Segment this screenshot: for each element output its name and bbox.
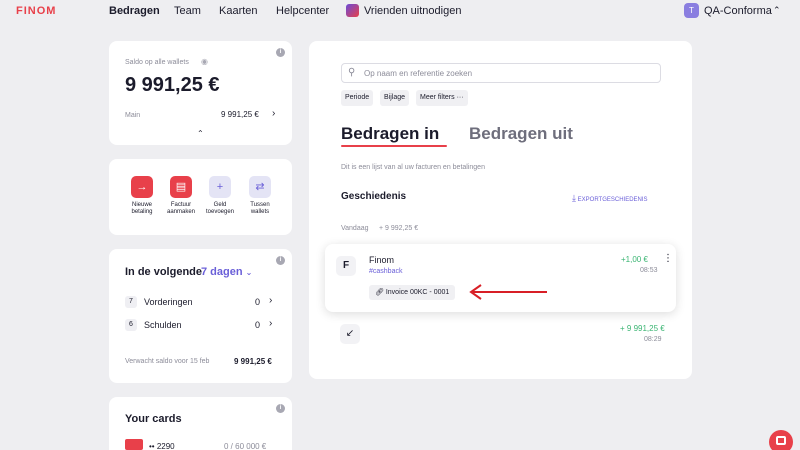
receivables-label: Vorderingen: [144, 297, 193, 307]
more-dots-icon: ···: [456, 94, 464, 101]
new-payment-button[interactable]: → Nieuwe betaling: [122, 176, 162, 216]
action-label: aanmaken: [166, 209, 196, 215]
description: Dit is een lijst van al uw facturen en b…: [341, 164, 485, 171]
create-invoice-button[interactable]: ▤ Factuur aanmaken: [161, 176, 201, 216]
date-group-label: Vandaag: [341, 225, 369, 232]
transaction-row[interactable]: F Finom #cashback +1,00 € 08:53 ⋮ 🔗︎ Inv…: [325, 244, 676, 312]
avatar[interactable]: T: [684, 3, 699, 18]
filter-more-label: Meer filters: [420, 94, 455, 101]
plus-icon: +: [209, 176, 231, 198]
receivables-value: 0: [255, 297, 261, 307]
wallet-name: Main: [125, 112, 141, 119]
document-icon: ▤: [170, 176, 192, 198]
expected-balance-label: Verwacht saldo voor 15 feb: [125, 358, 210, 365]
gift-icon: [346, 4, 359, 17]
nav-item-bedragen[interactable]: Bedragen: [109, 5, 160, 17]
balance-label: Saldo op alle wallets: [125, 59, 189, 66]
info-icon[interactable]: i: [276, 404, 285, 413]
transaction-time: 08:53: [640, 267, 658, 274]
balance-card: Saldo op alle wallets ◉ i 9 991,25 € Mai…: [109, 41, 292, 145]
your-cards-card: i Your cards •• 2290 0 / 60 000 €: [109, 397, 292, 450]
top-navigation: FINOM Bedragen Team Kaarten Helpcenter V…: [0, 0, 800, 24]
action-label: Tussen: [250, 202, 270, 208]
active-tab-underline: [341, 145, 447, 147]
transaction-name: Finom: [369, 255, 395, 265]
chevron-down-icon: ⌄: [245, 268, 253, 277]
tab-outgoing[interactable]: Bedragen uit: [469, 124, 573, 144]
more-vertical-icon[interactable]: ⋮: [663, 253, 673, 264]
action-label: Geld: [213, 202, 227, 208]
info-icon[interactable]: i: [276, 48, 285, 57]
chat-support-button[interactable]: [769, 430, 793, 450]
upcoming-title: In de volgende: [125, 266, 203, 278]
between-wallets-button[interactable]: ⇄ Tussen wallets: [240, 176, 280, 216]
debts-value: 0: [255, 320, 261, 330]
cards-title: Your cards: [125, 413, 182, 425]
arrow-down-left-icon[interactable]: ↙: [340, 324, 360, 344]
period-dropdown[interactable]: 7 dagen ⌄: [201, 266, 252, 278]
tab-incoming[interactable]: Bedragen in: [341, 124, 439, 144]
transaction-amount: + 9 991,25 €: [620, 324, 665, 333]
account-name[interactable]: QA-Conforma: [704, 5, 772, 17]
action-label: toevoegen: [205, 209, 235, 215]
action-label: wallets: [250, 209, 270, 215]
chevron-up-icon[interactable]: ⌃: [197, 129, 204, 138]
chat-icon: [776, 436, 786, 445]
chevron-up-icon[interactable]: ⌃: [773, 5, 781, 16]
search-icon: ⚲: [348, 67, 356, 78]
nav-item-kaarten[interactable]: Kaarten: [219, 5, 258, 17]
date-group-total: + 9 992,25 €: [379, 225, 419, 232]
chevron-right-icon[interactable]: ›: [269, 295, 272, 306]
expected-balance-amount: 9 991,25 €: [234, 357, 272, 366]
transaction-tag[interactable]: #cashback: [369, 268, 402, 275]
history-title: Geschiedenis: [341, 191, 407, 202]
transaction-time: 08:29: [644, 336, 662, 343]
export-label: EXPORTGESCHIEDENIS: [577, 197, 648, 203]
eye-icon[interactable]: ◉: [201, 57, 208, 66]
chevron-right-icon[interactable]: ›: [269, 318, 272, 329]
swap-icon: ⇄: [249, 176, 271, 198]
nav-item-team[interactable]: Team: [174, 5, 201, 17]
invoice-attachment-chip[interactable]: 🔗︎ Invoice 00KC - 0001: [369, 285, 456, 300]
finom-logo[interactable]: FINOM: [16, 5, 56, 17]
period-label: 7 dagen: [201, 266, 243, 278]
action-label: Factuur: [170, 202, 192, 208]
download-icon: ⤓: [572, 193, 576, 203]
receivables-badge: 7: [125, 296, 137, 308]
action-label: betaling: [131, 209, 153, 215]
search-placeholder: Op naam en referentie zoeken: [364, 69, 473, 78]
export-history-button[interactable]: ⤓ EXPORTGESCHIEDENIS: [572, 193, 648, 204]
total-balance: 9 991,25 €: [125, 74, 220, 96]
upcoming-card: i In de volgende 7 dagen ⌄ 7 Vorderingen…: [109, 249, 292, 383]
link-icon: 🔗︎: [375, 289, 384, 296]
transaction-amount: +1,00 €: [621, 255, 648, 264]
nav-item-invite-friends[interactable]: Vrienden uitnodigen: [364, 5, 461, 17]
wallet-amount: 9 991,25 €: [221, 110, 259, 119]
arrow-right-icon: →: [131, 176, 153, 198]
invoice-label: Invoice 00KC - 0001: [385, 289, 450, 296]
debts-label: Schulden: [144, 320, 182, 330]
filter-more[interactable]: Meer filters ···: [416, 90, 468, 106]
add-money-button[interactable]: + Geld toevoegen: [200, 176, 240, 216]
debts-badge: 6: [125, 319, 137, 331]
finom-merchant-icon: F: [336, 256, 356, 276]
info-icon[interactable]: i: [276, 256, 285, 265]
annotation-arrow-icon: [469, 284, 547, 300]
chevron-right-icon[interactable]: ›: [272, 108, 275, 119]
card-number[interactable]: •• 2290: [149, 442, 175, 450]
card-limit: 0 / 60 000 €: [224, 442, 267, 450]
filter-attachment[interactable]: Bijlage: [380, 90, 410, 106]
action-label: Nieuwe: [131, 202, 152, 208]
nav-item-helpcenter[interactable]: Helpcenter: [276, 5, 329, 17]
search-input[interactable]: ⚲ Op naam en referentie zoeken: [341, 63, 661, 83]
card-thumbnail[interactable]: [125, 439, 143, 450]
quick-actions-card: → Nieuwe betaling ▤ Factuur aanmaken + G…: [109, 159, 292, 235]
filter-period[interactable]: Periode: [341, 90, 374, 106]
